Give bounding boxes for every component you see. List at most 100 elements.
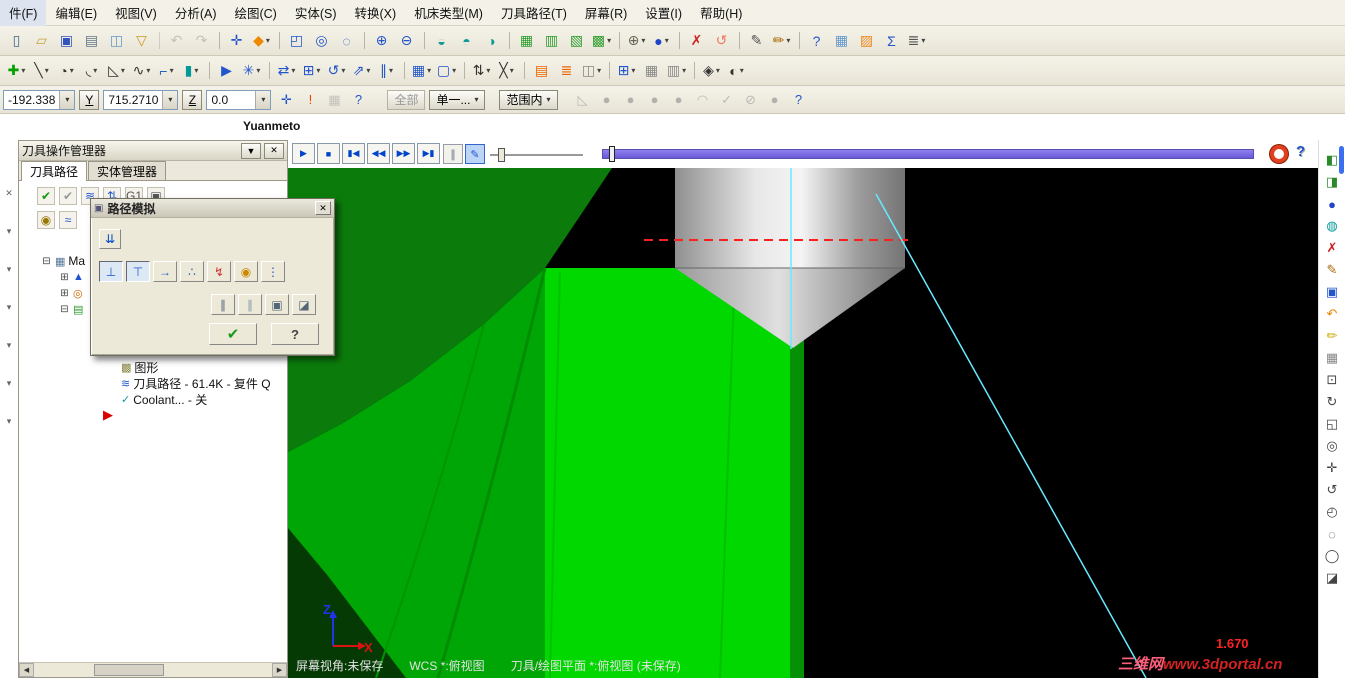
select-solid-edge-icon[interactable]: ● [644, 89, 666, 111]
new-file-icon[interactable]: ▯ [5, 29, 28, 52]
delete-entities-icon[interactable]: ✗ [679, 29, 708, 52]
speed-slider[interactable] [490, 148, 583, 162]
ops-toolpath-display-icon[interactable]: ≈ [59, 211, 77, 229]
stock-icon[interactable]: ▦ [640, 59, 663, 82]
screen-config-icon[interactable]: ◈ [694, 59, 723, 82]
menu-toolpaths[interactable]: 刀具路径(T) [492, 0, 576, 27]
select-single-dropdown[interactable]: 单一... ▾ [429, 89, 486, 110]
snapshot-button[interactable]: ▣ [265, 294, 289, 315]
menu-settings[interactable]: 设置(I) [636, 0, 691, 27]
isolate-icon[interactable]: ◯ [1322, 546, 1342, 566]
backplot-play-button[interactable]: ▶ [292, 143, 315, 164]
previous-view-icon[interactable]: ◴ [1322, 502, 1342, 522]
section-view-icon[interactable]: ◪ [1322, 568, 1342, 588]
menu-file[interactable]: 件(F) [0, 0, 47, 27]
fastpoint-icon[interactable]: ✛ [275, 89, 297, 111]
gview-side-icon[interactable]: ▧ [565, 29, 588, 52]
fit-screen-icon[interactable]: ⊡ [1322, 370, 1342, 390]
analyze-dynamic-icon[interactable]: ✳ [240, 59, 263, 82]
unselect-icon[interactable]: ⊘ [740, 89, 762, 111]
y-coordinate-input[interactable]: 715.2710 ▾ [103, 89, 179, 110]
show-tool-button[interactable]: ⊥ [99, 261, 123, 282]
ops-lock-icon[interactable]: ◉ [37, 211, 55, 229]
follow-tool-button[interactable]: ◉ [234, 261, 258, 282]
coord-help-icon[interactable]: ? [347, 89, 369, 111]
trace-mode-button[interactable]: ∥ [238, 294, 262, 315]
graphics-viewport[interactable]: Z X 1.670 三维网www.3dportal.cn 屏幕视角:未保存 WC… [288, 168, 1318, 678]
z-coordinate-input[interactable]: 0.0 ▾ [206, 89, 272, 110]
zoom-target-icon[interactable]: ◎ [310, 29, 333, 52]
dock-flyout-7-icon[interactable]: ▾ [2, 414, 16, 428]
panel-horizontal-scrollbar[interactable]: ◀ ▶ [19, 662, 287, 677]
shading-sphere-icon[interactable]: ● [1322, 194, 1342, 214]
tree-coolant[interactable]: ✓ Coolant... - 关 [19, 391, 287, 407]
tab-solids-manager[interactable]: 实体管理器 [88, 161, 167, 180]
fade-prev-button[interactable]: ∥ [211, 294, 235, 315]
xform-rotate-icon[interactable]: ↺ [325, 59, 348, 82]
x-coordinate-input[interactable]: -192.338 ▾ [3, 89, 76, 110]
backplot-stop-button[interactable]: ■ [317, 143, 340, 164]
delete-icon[interactable]: ✗ [1322, 238, 1342, 258]
backplot-step-back-button[interactable]: ◀◀ [367, 143, 390, 164]
dialog-close-button[interactable]: ✕ [315, 201, 331, 215]
autocursor-alert-icon[interactable]: ! [299, 89, 321, 111]
playback-help-icon[interactable]: ? [1296, 143, 1305, 160]
quality-toggle[interactable]: ✎ [465, 144, 485, 164]
open-file-icon[interactable]: ▱ [30, 29, 53, 52]
menu-screen[interactable]: 屏幕(R) [576, 0, 636, 27]
scroll-right-icon[interactable]: ▶ [272, 663, 287, 677]
show-endpoints-button[interactable]: ∴ [180, 261, 204, 282]
save-as-geometry-button[interactable]: ◪ [292, 294, 316, 315]
speed-slider-handle[interactable] [498, 148, 505, 162]
show-vectors-button[interactable]: ↯ [207, 261, 231, 282]
import-icon[interactable]: ▽ [130, 29, 153, 52]
dialog-expand-button[interactable]: ⇊ [99, 229, 121, 249]
selection-help-icon[interactable]: ? [788, 89, 810, 111]
analyze-entity-icon[interactable]: ✎ [739, 29, 768, 52]
select-solid-vertex-icon[interactable]: ● [668, 89, 690, 111]
dialog-title-bar[interactable]: ▣ 路径模拟 ✕ [91, 199, 334, 218]
dock-flyout-5-icon[interactable]: ▾ [2, 338, 16, 352]
scroll-thumb[interactable] [94, 664, 164, 676]
trim-break-icon[interactable]: ╳ [495, 59, 518, 82]
panel-close-button[interactable]: ✕ [264, 142, 284, 159]
zoom-previous-icon[interactable]: ◌ [335, 29, 358, 52]
select-window-icon[interactable]: ◺ [572, 89, 594, 111]
control-def-icon[interactable]: ≣ [555, 59, 578, 82]
cursor-config-icon[interactable]: ▦ [323, 89, 345, 111]
zoom-in-icon[interactable]: ⊕ [364, 29, 393, 52]
display-toggle-icon[interactable]: ◑ [480, 29, 503, 52]
dynamic-rotate-icon[interactable]: ↺ [1322, 480, 1342, 500]
xform-offset-icon[interactable]: ∥ [375, 59, 398, 82]
mru-list-icon[interactable]: ≣ [905, 29, 928, 52]
gview-top-icon[interactable]: ▦ [509, 29, 538, 52]
stop-conditions-icon[interactable] [1270, 145, 1288, 163]
screen-shot-icon[interactable]: ▣ [1322, 282, 1342, 302]
ops-regen-all-icon[interactable]: ✔ [59, 187, 77, 205]
y-axis-button[interactable]: Y [79, 89, 100, 110]
backplot-go-to-end-button[interactable]: ▶▮ [417, 143, 440, 164]
progress-bar[interactable] [602, 146, 1254, 162]
create-point-icon[interactable]: ✚ [5, 59, 28, 82]
create-spline-icon[interactable]: ∿ [130, 59, 153, 82]
chevron-down-icon[interactable]: ▾ [162, 90, 178, 109]
xform-scale-icon[interactable]: ⇗ [350, 59, 373, 82]
machine-def-icon[interactable]: ▤ [524, 59, 553, 82]
regen-display-icon[interactable]: ◓ [455, 29, 478, 52]
dock-flyout-3-icon[interactable]: ▾ [2, 262, 16, 276]
tree-expander[interactable]: ⊟ [41, 256, 52, 267]
dock-flyout-4-icon[interactable]: ▾ [2, 300, 16, 314]
xform-array-icon[interactable]: ▢ [435, 59, 458, 82]
menu-view[interactable]: 视图(V) [106, 0, 166, 27]
dock-close-icon[interactable]: ✕ [2, 186, 16, 200]
undelete-icon[interactable]: ↺ [710, 29, 733, 52]
tree-expander[interactable]: ⊟ [59, 304, 70, 315]
toolpath-editor-icon[interactable]: ⊞ [609, 59, 638, 82]
backplot-rewind-button[interactable]: ▮◀ [342, 143, 365, 164]
gview-cube2-icon[interactable]: ◨ [1322, 172, 1342, 192]
menu-edit[interactable]: 编辑(E) [46, 0, 106, 27]
select-ok-icon[interactable]: ✓ [716, 89, 738, 111]
create-fillet-icon[interactable]: ◟ [80, 59, 103, 82]
analyze-position-icon[interactable]: ▶ [209, 59, 238, 82]
xform-mirror-icon[interactable]: ⊞ [300, 59, 323, 82]
